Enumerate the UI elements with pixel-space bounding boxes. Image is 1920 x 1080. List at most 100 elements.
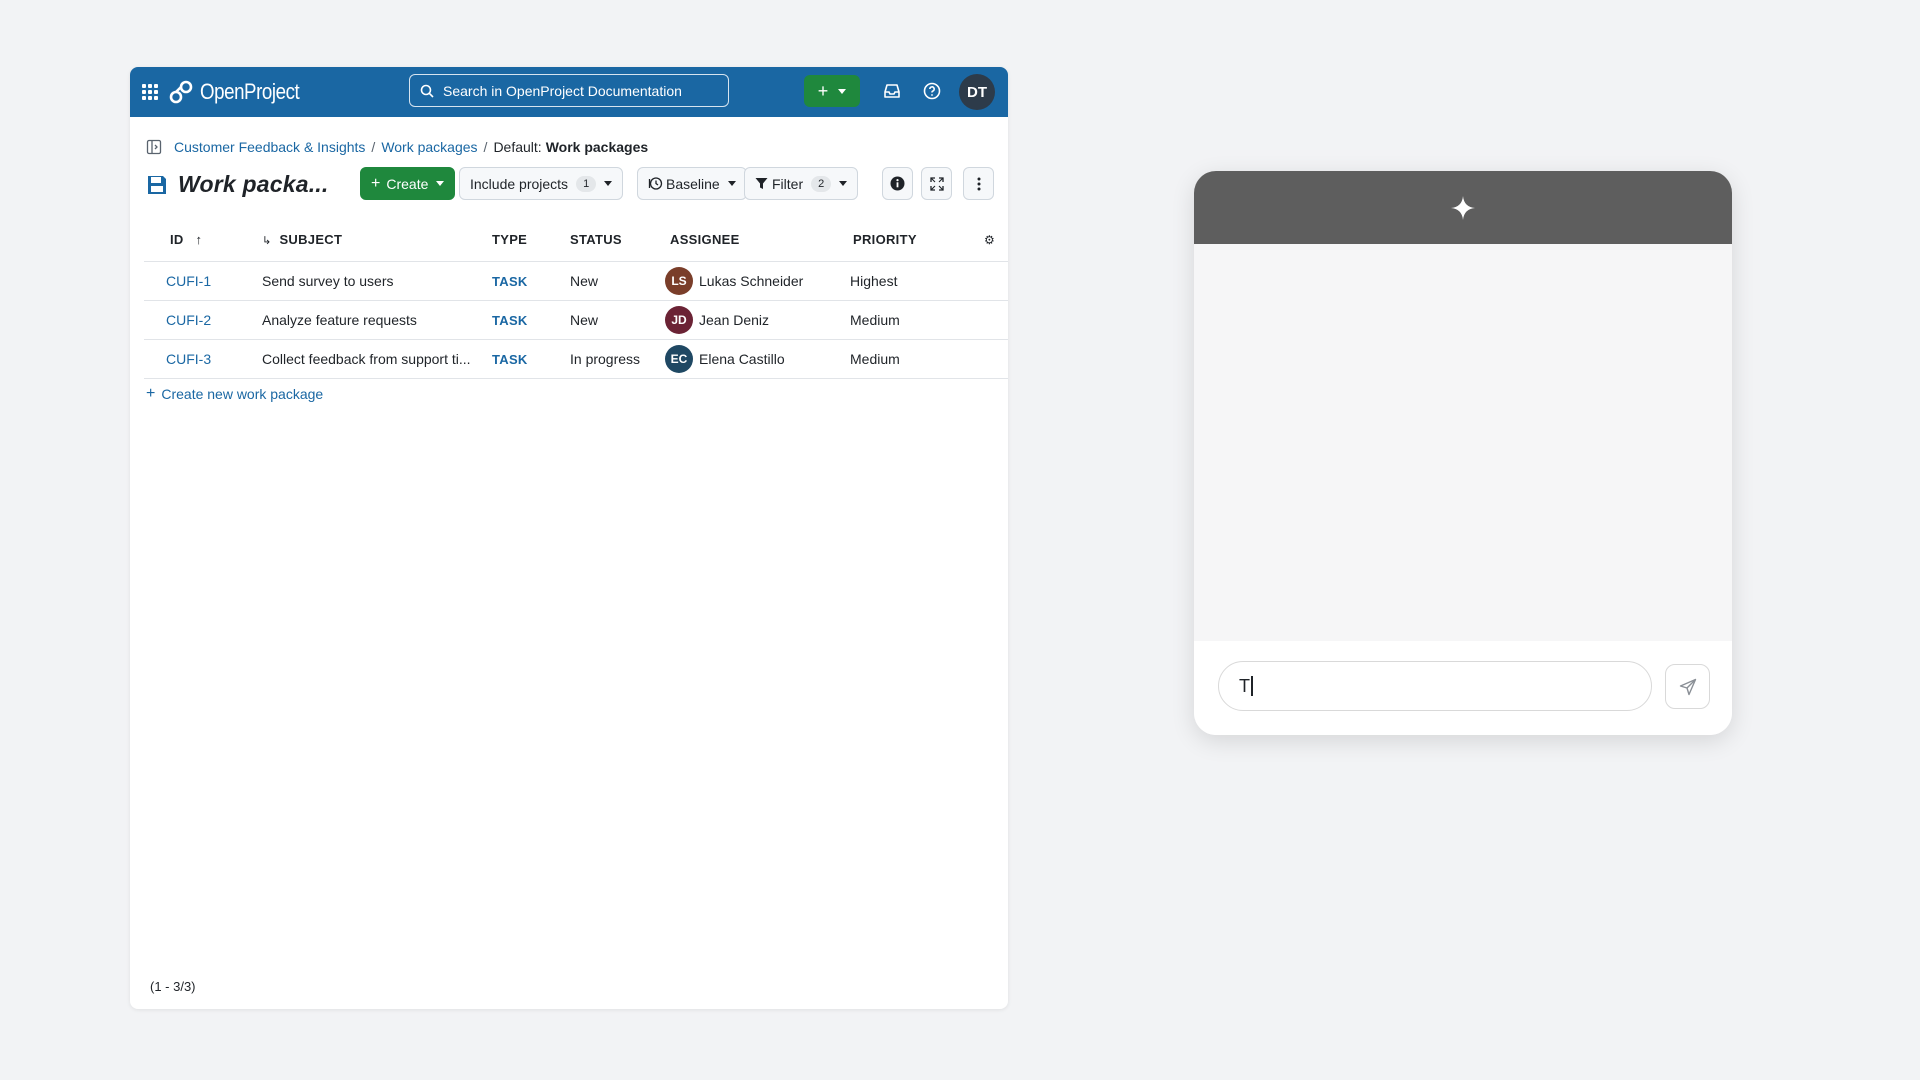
baseline-button[interactable]: Baseline <box>637 167 747 200</box>
chat-message-input[interactable]: T <box>1218 661 1652 711</box>
search-icon <box>420 84 434 98</box>
chat-widget: T <box>1194 171 1732 735</box>
chat-footer: T <box>1194 641 1732 735</box>
work-package-assignee[interactable]: EC Elena Castillo <box>665 344 845 373</box>
help-icon[interactable] <box>922 81 942 101</box>
chevron-down-icon <box>838 88 847 94</box>
kebab-menu-icon <box>977 177 980 190</box>
quick-add-button[interactable]: + <box>804 75 860 107</box>
work-package-priority[interactable]: Medium <box>845 300 971 340</box>
assignee-name: Elena Castillo <box>699 350 785 367</box>
create-new-work-package-link[interactable]: + Create new work package <box>146 385 323 403</box>
avatar: EC <box>665 344 693 373</box>
column-header-priority[interactable]: PRIORITY <box>845 219 971 262</box>
save-icon[interactable] <box>146 174 168 196</box>
chat-header <box>1194 171 1732 244</box>
column-header-id-label: ID <box>170 232 184 248</box>
filter-button[interactable]: Filter 2 <box>744 167 859 200</box>
page-title-wrap: Work packa... <box>146 171 328 198</box>
table-row[interactable]: CUFI-2 Analyze feature requests TASK New… <box>144 300 1008 340</box>
fullscreen-button[interactable] <box>921 167 952 200</box>
include-projects-label: Include projects <box>470 175 569 192</box>
column-header-status[interactable]: STATUS <box>570 219 665 262</box>
breadcrumb-separator: / <box>371 139 376 155</box>
sparkle-icon <box>1451 195 1475 220</box>
history-icon <box>648 177 663 190</box>
column-header-subject[interactable]: ↳ SUBJECT <box>262 219 492 262</box>
chevron-down-icon <box>839 181 848 186</box>
chevron-down-icon <box>436 181 445 186</box>
table-header-row: ID ↑ ↳ SUBJECT TYPE STATUS ASSIGNEE PRIO… <box>144 219 1008 262</box>
baseline-label: Baseline <box>666 175 720 192</box>
chevron-down-icon <box>727 181 736 186</box>
pagination-info: (1 - 3/3) <box>150 979 196 994</box>
info-icon <box>890 176 905 191</box>
work-package-assignee[interactable]: LS Lukas Schneider <box>665 266 845 295</box>
work-package-status[interactable]: In progress <box>570 339 665 379</box>
work-package-assignee[interactable]: JD Jean Deniz <box>665 305 845 334</box>
create-new-label: Create new work package <box>161 386 324 402</box>
toolbar: Work packa... + Create Include projects … <box>146 167 994 203</box>
work-package-type[interactable]: TASK <box>492 313 528 328</box>
more-options-button[interactable] <box>963 167 994 200</box>
search-input[interactable]: Search in OpenProject Documentation <box>409 74 729 107</box>
create-button[interactable]: + Create <box>360 167 456 200</box>
column-header-subject-label: SUBJECT <box>279 232 343 248</box>
page-title[interactable]: Work packa... <box>178 171 328 198</box>
work-package-subject[interactable]: Analyze feature requests <box>262 300 492 340</box>
breadcrumb-project-link[interactable]: Customer Feedback & Insights <box>174 139 365 155</box>
sort-ascending-icon[interactable]: ↑ <box>196 232 203 247</box>
filter-label: Filter <box>772 175 804 192</box>
openproject-window: OpenProject Search in OpenProject Docume… <box>130 67 1008 1009</box>
table-row[interactable]: CUFI-3 Collect feedback from support ti.… <box>144 339 1008 379</box>
details-view-button[interactable] <box>882 167 913 200</box>
work-package-priority[interactable]: Highest <box>845 261 971 301</box>
column-header-id[interactable]: ID ↑ <box>144 219 262 262</box>
work-package-subject[interactable]: Collect feedback from support ti... <box>262 339 492 379</box>
user-avatar[interactable]: DT <box>959 74 995 110</box>
inbox-icon[interactable] <box>882 81 902 101</box>
include-projects-count: 1 <box>576 175 597 192</box>
send-icon <box>1679 678 1696 695</box>
work-package-status[interactable]: New <box>570 261 665 301</box>
modules-grid-icon[interactable] <box>142 84 158 100</box>
plus-icon: + <box>146 385 156 402</box>
work-package-id-link[interactable]: CUFI-3 <box>166 351 211 367</box>
work-package-subject[interactable]: Send survey to users <box>262 261 492 301</box>
plus-icon: + <box>817 80 829 101</box>
avatar: JD <box>665 305 693 334</box>
breadcrumb-section-link[interactable]: Work packages <box>381 139 477 155</box>
assignee-name: Jean Deniz <box>699 311 770 328</box>
search-placeholder: Search in OpenProject Documentation <box>443 82 682 99</box>
hierarchy-icon[interactable]: ↳ <box>262 235 272 247</box>
work-package-id-link[interactable]: CUFI-1 <box>166 273 211 289</box>
assignee-name: Lukas Schneider <box>699 272 804 289</box>
sidebar-toggle-icon[interactable] <box>146 139 162 155</box>
column-header-assignee[interactable]: ASSIGNEE <box>665 219 845 262</box>
breadcrumb-current-prefix: Default: <box>493 139 542 155</box>
plus-icon: + <box>371 174 381 192</box>
chat-messages-area <box>1194 244 1732 641</box>
openproject-logo[interactable]: OpenProject <box>168 79 317 105</box>
chat-input-value: T <box>1239 675 1250 696</box>
work-package-type[interactable]: TASK <box>492 274 528 289</box>
send-button[interactable] <box>1665 664 1710 709</box>
column-settings[interactable]: ⚙ <box>971 219 1008 262</box>
include-projects-button[interactable]: Include projects 1 <box>459 167 624 200</box>
text-cursor <box>1251 676 1253 696</box>
gear-icon[interactable]: ⚙ <box>984 233 995 247</box>
avatar: LS <box>665 266 693 295</box>
work-package-id-link[interactable]: CUFI-2 <box>166 312 211 328</box>
work-package-status[interactable]: New <box>570 300 665 340</box>
work-package-priority[interactable]: Medium <box>845 339 971 379</box>
openproject-logo-icon <box>169 80 193 104</box>
filter-icon <box>755 178 768 189</box>
work-package-type[interactable]: TASK <box>492 352 528 367</box>
expand-icon <box>929 176 944 191</box>
app-name: OpenProject <box>200 79 300 104</box>
column-header-type[interactable]: TYPE <box>492 219 570 262</box>
breadcrumb-current: Work packages <box>545 139 649 155</box>
top-header: OpenProject Search in OpenProject Docume… <box>130 67 1008 117</box>
table-row[interactable]: CUFI-1 Send survey to users TASK New LS … <box>144 261 1008 301</box>
create-button-label: Create <box>386 175 429 192</box>
